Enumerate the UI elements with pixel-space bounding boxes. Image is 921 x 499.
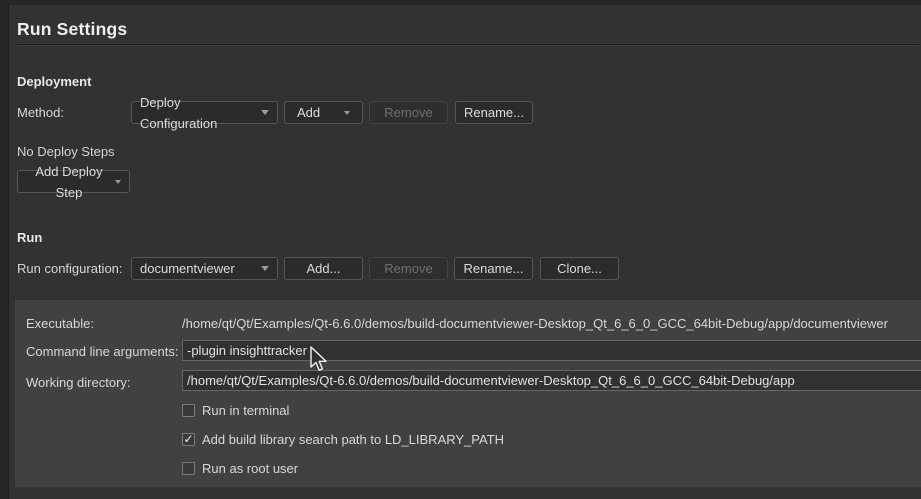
command-line-arguments-label: Command line arguments: xyxy=(26,344,178,359)
run-as-root-label: Run as root user xyxy=(202,461,298,476)
deploy-add-button[interactable]: Add xyxy=(284,101,363,124)
settings-scroll-area: Run Settings Deployment Method: Deploy C… xyxy=(8,5,921,499)
run-details-panel: Executable: /home/qt/Qt/Examples/Qt-6.6.… xyxy=(15,300,921,487)
chevron-down-icon xyxy=(115,180,121,184)
working-directory-label: Working directory: xyxy=(26,375,131,390)
chevron-down-icon xyxy=(261,110,269,115)
run-clone-button[interactable]: Clone... xyxy=(540,257,619,280)
deployment-section-header: Deployment xyxy=(17,74,91,89)
run-in-terminal-label: Run in terminal xyxy=(202,403,289,418)
run-configuration-label: Run configuration: xyxy=(17,257,123,280)
run-section-header: Run xyxy=(17,230,42,245)
page-title: Run Settings xyxy=(17,19,127,40)
run-as-root-option[interactable]: Run as root user xyxy=(182,461,298,476)
run-settings-page: Run Settings Deployment Method: Deploy C… xyxy=(0,0,921,499)
deploy-add-label: Add xyxy=(297,102,320,123)
method-label: Method: xyxy=(17,101,64,124)
add-library-path-checkbox[interactable]: ✓ xyxy=(182,433,195,446)
executable-path: /home/qt/Qt/Examples/Qt-6.6.0/demos/buil… xyxy=(182,316,888,331)
run-as-root-checkbox[interactable] xyxy=(182,462,195,475)
chevron-down-icon xyxy=(261,266,269,271)
run-configuration-combobox[interactable]: documentviewer xyxy=(131,257,278,280)
title-divider xyxy=(17,44,919,46)
working-directory-input[interactable] xyxy=(182,370,921,391)
executable-label: Executable: xyxy=(26,316,94,331)
command-line-arguments-input[interactable] xyxy=(182,340,921,361)
add-deploy-step-label: Add Deploy Step xyxy=(26,161,112,203)
run-rename-button[interactable]: Rename... xyxy=(454,257,533,280)
deploy-rename-button[interactable]: Rename... xyxy=(455,101,533,124)
add-library-path-label: Add build library search path to LD_LIBR… xyxy=(202,432,504,447)
deploy-method-value: Deploy Configuration xyxy=(140,92,261,134)
run-remove-button: Remove xyxy=(369,257,448,280)
no-deploy-steps-text: No Deploy Steps xyxy=(17,144,115,159)
deploy-method-combobox[interactable]: Deploy Configuration xyxy=(131,101,278,124)
run-add-button[interactable]: Add... xyxy=(284,257,363,280)
run-in-terminal-checkbox[interactable] xyxy=(182,404,195,417)
add-deploy-step-button[interactable]: Add Deploy Step xyxy=(17,170,130,193)
add-library-path-option[interactable]: ✓ Add build library search path to LD_LI… xyxy=(182,432,504,447)
run-in-terminal-option[interactable]: Run in terminal xyxy=(182,403,289,418)
chevron-down-icon xyxy=(344,111,350,115)
run-configuration-value: documentviewer xyxy=(140,258,235,279)
deploy-remove-button: Remove xyxy=(369,101,448,124)
